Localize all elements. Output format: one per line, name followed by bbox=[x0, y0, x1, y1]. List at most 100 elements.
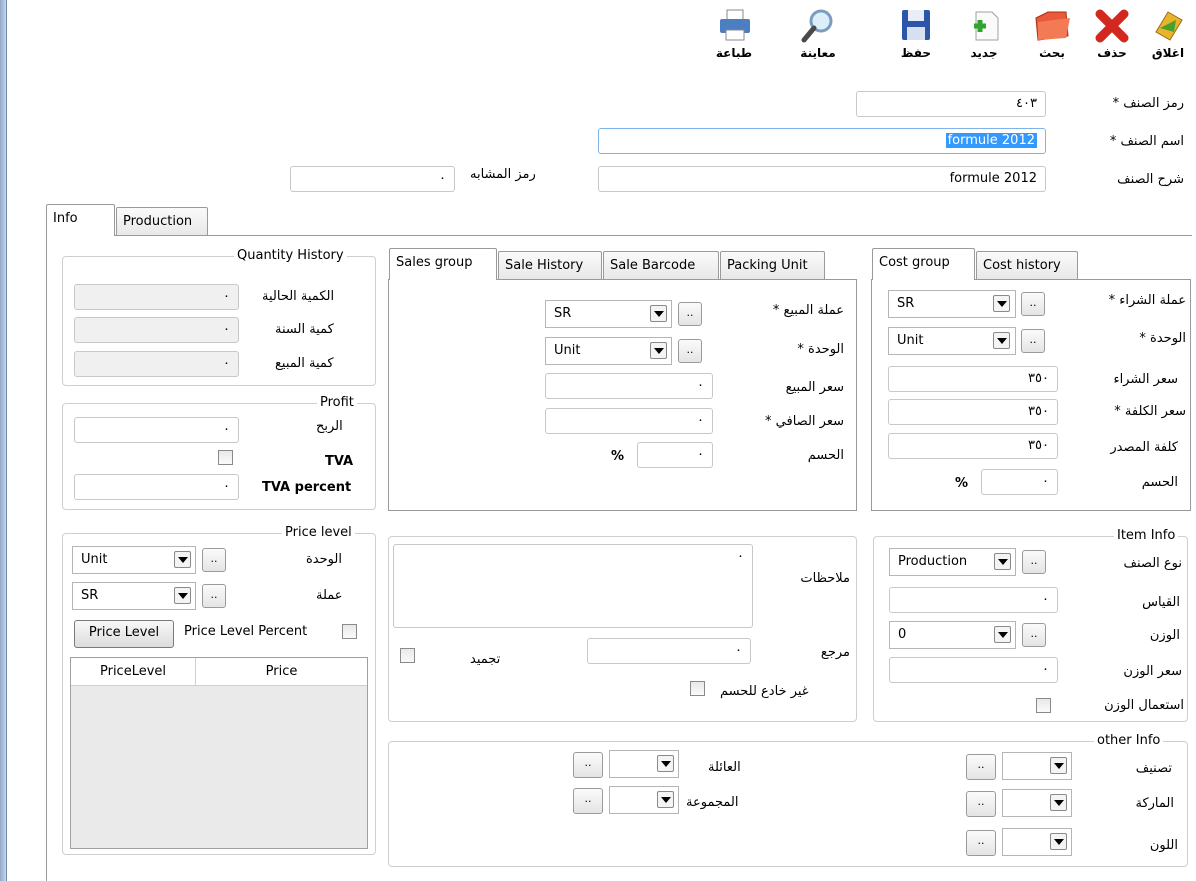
delete-icon bbox=[1095, 9, 1129, 43]
reference-field[interactable]: ٠ bbox=[587, 638, 751, 664]
similar-code-field[interactable]: ٠ bbox=[290, 166, 455, 192]
grid-header-price[interactable]: Price bbox=[196, 658, 367, 686]
weight-price-field[interactable]: ٠ bbox=[889, 657, 1058, 683]
size-label: القياس bbox=[1142, 595, 1180, 610]
source-cost-field[interactable]: ٣٥٠ bbox=[888, 433, 1058, 459]
price-level-unit-browse-button[interactable]: .. bbox=[202, 548, 226, 572]
search-button[interactable]: بحث bbox=[1024, 4, 1080, 68]
cost-unit-browse-button[interactable]: .. bbox=[1021, 329, 1045, 353]
profit-field[interactable]: ٠ bbox=[74, 417, 239, 443]
tab-sales-group[interactable]: Sales group bbox=[389, 248, 497, 280]
floppy-disk-icon bbox=[902, 10, 930, 40]
year-quantity-field[interactable]: ٠ bbox=[74, 317, 239, 343]
brand-browse-button[interactable]: .. bbox=[966, 791, 996, 817]
item-name-field[interactable]: formule 2012 bbox=[598, 128, 1046, 154]
sale-price-field[interactable]: ٠ bbox=[545, 373, 713, 399]
printer-icon bbox=[720, 9, 750, 41]
chevron-down-icon[interactable] bbox=[1050, 757, 1067, 774]
new-button[interactable]: جديد bbox=[956, 4, 1012, 68]
brand-label: الماركة bbox=[1135, 796, 1175, 811]
year-quantity-label: كمية السنة bbox=[275, 322, 334, 337]
cost-price-field[interactable]: ٣٥٠ bbox=[888, 399, 1058, 425]
sale-currency-label: عملة المبيع * bbox=[772, 303, 844, 318]
weight-browse-button[interactable]: .. bbox=[1022, 623, 1046, 647]
new-label: جديد bbox=[970, 46, 998, 60]
color-label: اللون bbox=[1149, 838, 1178, 853]
cost-discount-percent-sign: % bbox=[955, 476, 969, 491]
save-label: حفظ bbox=[900, 46, 932, 60]
freeze-checkbox[interactable] bbox=[400, 648, 415, 663]
new-document-icon bbox=[974, 11, 999, 41]
category-label: تصنيف bbox=[1135, 761, 1172, 776]
price-level-title: Price level bbox=[282, 525, 355, 540]
chevron-down-icon[interactable] bbox=[657, 755, 674, 772]
preview-button[interactable]: معاينة bbox=[790, 4, 846, 68]
purchase-price-field[interactable]: ٣٥٠ bbox=[888, 366, 1058, 392]
item-type-label: نوع الصنف bbox=[1123, 556, 1182, 571]
sale-currency-browse-button[interactable]: .. bbox=[678, 302, 702, 326]
close-icon bbox=[1155, 11, 1183, 41]
chevron-down-icon[interactable] bbox=[657, 791, 674, 808]
sold-quantity-field[interactable]: ٠ bbox=[74, 351, 239, 377]
net-price-field[interactable]: ٠ bbox=[545, 408, 713, 434]
sale-unit-browse-button[interactable]: .. bbox=[678, 339, 702, 363]
chevron-down-icon[interactable] bbox=[650, 342, 667, 359]
color-browse-button[interactable]: .. bbox=[966, 830, 996, 856]
sale-discount-field[interactable]: ٠ bbox=[637, 442, 713, 468]
chevron-down-icon[interactable] bbox=[993, 332, 1010, 349]
tab-sale-history[interactable]: Sale History bbox=[498, 251, 602, 279]
chevron-down-icon[interactable] bbox=[174, 551, 191, 568]
chevron-down-icon[interactable] bbox=[1050, 794, 1067, 811]
window-left-edge bbox=[0, 0, 7, 881]
chevron-down-icon[interactable] bbox=[994, 626, 1011, 643]
price-level-percent-checkbox[interactable] bbox=[342, 624, 357, 639]
tva-label: TVA bbox=[325, 454, 354, 469]
price-level-button[interactable]: Price Level bbox=[74, 620, 174, 648]
tab-sale-barcode[interactable]: Sale Barcode bbox=[603, 251, 719, 279]
grid-header-pricelevel[interactable]: PriceLevel bbox=[71, 658, 196, 686]
magnifier-icon bbox=[801, 9, 833, 43]
tab-cost-history[interactable]: Cost history bbox=[976, 251, 1078, 279]
chevron-down-icon[interactable] bbox=[993, 295, 1010, 312]
item-code-field[interactable]: ٤٠٣ bbox=[856, 91, 1046, 117]
price-level-unit-label: الوحدة bbox=[306, 552, 342, 567]
net-price-label: سعر الصافي * bbox=[765, 414, 844, 429]
delete-label: حذف bbox=[1097, 46, 1127, 60]
group-browse-button[interactable]: .. bbox=[573, 788, 603, 814]
notes-field[interactable]: ٠ bbox=[393, 544, 753, 628]
cost-price-label: سعر الكلفة * bbox=[1114, 404, 1186, 419]
print-button[interactable]: طباعة bbox=[706, 4, 762, 68]
tva-percent-label: TVA percent bbox=[262, 480, 352, 495]
cost-discount-field[interactable]: ٠ bbox=[981, 469, 1058, 495]
print-label: طباعة bbox=[715, 46, 753, 60]
cost-discount-label: الحسم bbox=[1141, 475, 1178, 490]
item-description-label: شرح الصنف bbox=[1117, 172, 1184, 187]
delete-button[interactable]: حذف bbox=[1084, 4, 1140, 68]
item-type-browse-button[interactable]: .. bbox=[1022, 550, 1046, 574]
family-browse-button[interactable]: .. bbox=[573, 752, 603, 778]
item-name-label: اسم الصنف * bbox=[1109, 134, 1184, 149]
tab-production[interactable]: Production bbox=[116, 207, 208, 235]
item-description-field[interactable]: formule 2012 bbox=[598, 166, 1046, 192]
price-level-currency-browse-button[interactable]: .. bbox=[202, 584, 226, 608]
sale-price-label: سعر المبيع bbox=[785, 380, 844, 395]
price-level-grid[interactable]: PriceLevel Price bbox=[70, 657, 368, 849]
category-browse-button[interactable]: .. bbox=[966, 754, 996, 780]
tva-percent-field[interactable]: ٠ bbox=[74, 474, 239, 500]
tab-info[interactable]: Info bbox=[46, 204, 115, 236]
close-button[interactable]: اغلاق bbox=[1140, 4, 1196, 68]
tab-packing-unit[interactable]: Packing Unit bbox=[720, 251, 825, 279]
chevron-down-icon[interactable] bbox=[174, 587, 191, 604]
use-weight-checkbox[interactable] bbox=[1036, 698, 1051, 713]
no-discount-checkbox[interactable] bbox=[690, 681, 705, 696]
chevron-down-icon[interactable] bbox=[994, 553, 1011, 570]
purchase-currency-browse-button[interactable]: .. bbox=[1021, 292, 1045, 316]
size-field[interactable]: ٠ bbox=[889, 587, 1058, 613]
save-button[interactable]: حفظ bbox=[888, 4, 944, 68]
current-quantity-field[interactable]: ٠ bbox=[74, 284, 239, 310]
tva-checkbox[interactable] bbox=[218, 450, 233, 465]
tab-cost-group[interactable]: Cost group bbox=[872, 248, 975, 280]
chevron-down-icon[interactable] bbox=[650, 305, 667, 322]
chevron-down-icon[interactable] bbox=[1050, 833, 1067, 850]
source-cost-label: كلفة المصدر bbox=[1110, 440, 1178, 455]
